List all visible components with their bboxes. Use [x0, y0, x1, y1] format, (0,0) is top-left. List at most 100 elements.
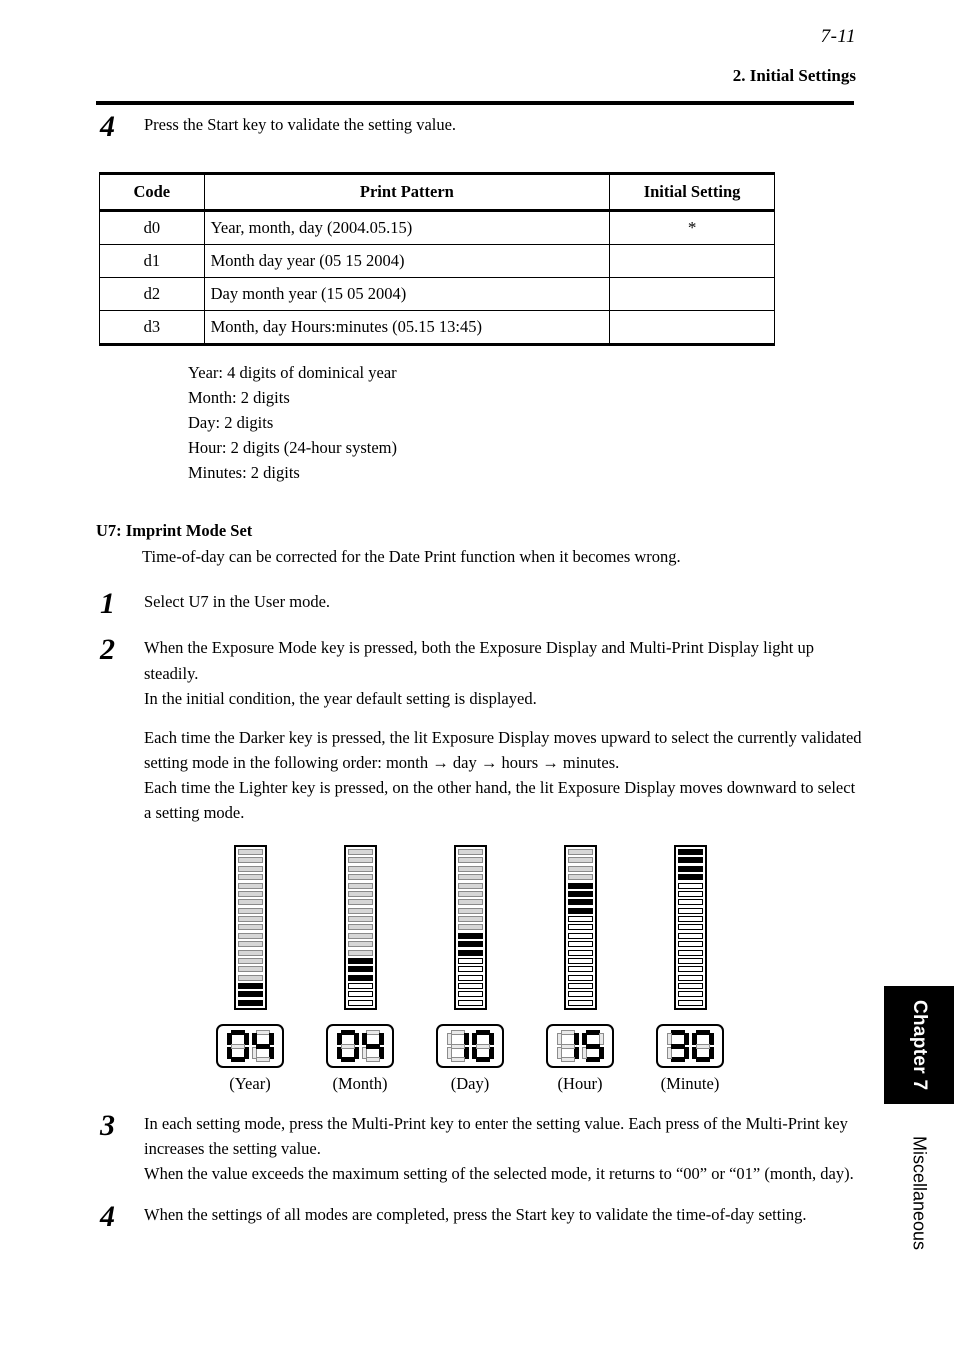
step-number: 1 — [100, 587, 115, 621]
bargraph-segment — [677, 999, 703, 1006]
bargraph-segment — [237, 865, 263, 872]
bargraph-segment — [457, 999, 483, 1006]
spec-item: Year: 4 digits of dominical year — [188, 363, 397, 382]
seven-segment-digit — [691, 1030, 714, 1063]
step-text: Select U7 in the User mode. — [144, 589, 864, 614]
segment-a — [365, 1030, 380, 1036]
bargraph-segment — [457, 849, 483, 856]
bargraph-segment — [237, 949, 263, 956]
bargraph-segment — [347, 916, 373, 923]
segment-a — [670, 1030, 685, 1036]
step-line: In the initial condition, the year defau… — [144, 688, 537, 708]
section-tab: Miscellaneous — [884, 1108, 954, 1278]
segment-g — [475, 1044, 490, 1050]
step-line: Each time the Darker key is pressed, the… — [144, 727, 862, 772]
bargraph-segment — [677, 924, 703, 931]
seven-segment-digit — [446, 1030, 469, 1063]
bargraph-segment — [567, 966, 593, 973]
bargraph-segment — [347, 983, 373, 990]
print-pattern-table: Code Print Pattern Initial Setting d0 Ye… — [99, 172, 775, 346]
bargraph-segment — [567, 849, 593, 856]
exposure-bargraph — [563, 845, 597, 1011]
chapter-tab-label: Chapter 7 — [909, 999, 930, 1091]
segment-a — [585, 1030, 600, 1036]
bargraph-segment-lit — [457, 949, 483, 956]
table-row: d1 Month day year (05 15 2004) — [99, 244, 775, 278]
segment-d — [585, 1057, 600, 1063]
segment-d — [695, 1057, 710, 1063]
bargraph-segment — [567, 857, 593, 864]
bargraph-segment — [677, 941, 703, 948]
bargraph-segment — [237, 890, 263, 897]
bargraph-segment — [237, 957, 263, 964]
bargraph-segment — [347, 865, 373, 872]
step-line: Each time the Lighter key is pressed, on… — [144, 777, 856, 822]
step-line: When the settings of all modes are compl… — [144, 1205, 807, 1225]
step-number: 4 — [100, 1200, 115, 1234]
bargraph-segment — [237, 899, 263, 906]
bargraph-segment — [677, 983, 703, 990]
segment-d — [340, 1057, 355, 1063]
step-3: 3 In each setting mode, press the Multi-… — [96, 1111, 864, 1186]
bargraph-segment — [567, 874, 593, 881]
bargraph-segment — [237, 857, 263, 864]
bargraph-segment — [237, 907, 263, 914]
segment-a — [340, 1030, 355, 1036]
table-row: d3 Month, day Hours:minutes (05.15 13:45… — [99, 310, 775, 346]
bargraph-segment — [567, 916, 593, 923]
chapter-tab: Chapter 7 — [884, 986, 954, 1104]
led-row: (Year) (Month) (Day) (Hour) (Minute) — [96, 845, 864, 1094]
bargraph-segment — [457, 991, 483, 998]
cell-code: d2 — [99, 277, 205, 311]
bargraph-segment-lit — [677, 874, 703, 881]
bargraph-segment — [567, 949, 593, 956]
digit-spec-list: Year: 4 digits of dominical year Month: … — [188, 360, 864, 485]
led-display-group: (Minute) — [656, 845, 724, 1094]
led-display-caption: (Minute) — [660, 1074, 720, 1094]
column-header-print-pattern: Print Pattern — [203, 172, 611, 212]
bargraph-segment-lit — [347, 966, 373, 973]
segment-g — [340, 1044, 355, 1050]
led-display-group: (Day) — [436, 845, 504, 1094]
bargraph-segment — [457, 974, 483, 981]
step-line: Select U7 in the User mode. — [144, 592, 331, 612]
bargraph-segment — [677, 916, 703, 923]
table-header-row: Code Print Pattern Initial Setting — [99, 172, 775, 212]
seven-segment-digit — [226, 1030, 249, 1063]
bargraph-segment — [237, 849, 263, 856]
bargraph-segment-lit — [457, 941, 483, 948]
led-display-caption: (Month) — [332, 1074, 388, 1094]
seven-segment-display — [216, 1024, 284, 1069]
segment-g — [230, 1044, 245, 1050]
bargraph-segment-lit — [567, 890, 593, 897]
bargraph-segment — [237, 874, 263, 881]
led-display-group: (Year) — [216, 845, 284, 1094]
bargraph-segment — [347, 899, 373, 906]
step-number: 4 — [100, 110, 115, 143]
bargraph-segment-lit — [237, 991, 263, 998]
segment-d — [230, 1057, 245, 1063]
cell-pattern: Month day year (05 15 2004) — [203, 244, 611, 278]
seven-segment-digit — [251, 1030, 274, 1063]
bargraph-segment-lit — [677, 857, 703, 864]
cell-initial: * — [609, 210, 775, 245]
bargraph-segment — [567, 991, 593, 998]
bargraph-segment — [567, 924, 593, 931]
step-4: 4 When the settings of all modes are com… — [96, 1202, 864, 1232]
seven-segment-digit — [361, 1030, 384, 1063]
bargraph-segment — [567, 957, 593, 964]
bargraph-segment — [677, 949, 703, 956]
cell-pattern: Day month year (15 05 2004) — [203, 277, 611, 311]
bargraph-segment — [347, 924, 373, 931]
bargraph-segment — [457, 907, 483, 914]
cell-code: d3 — [99, 310, 205, 346]
bargraph-segment — [347, 932, 373, 939]
cell-initial — [609, 244, 775, 278]
section-intro: Time-of-day can be corrected for the Dat… — [142, 547, 681, 567]
bargraph-segment — [457, 857, 483, 864]
led-display-group: (Month) — [326, 845, 394, 1094]
bargraph-segment — [237, 941, 263, 948]
segment-a — [560, 1030, 575, 1036]
segment-d — [255, 1057, 270, 1063]
seven-segment-digit — [471, 1030, 494, 1063]
